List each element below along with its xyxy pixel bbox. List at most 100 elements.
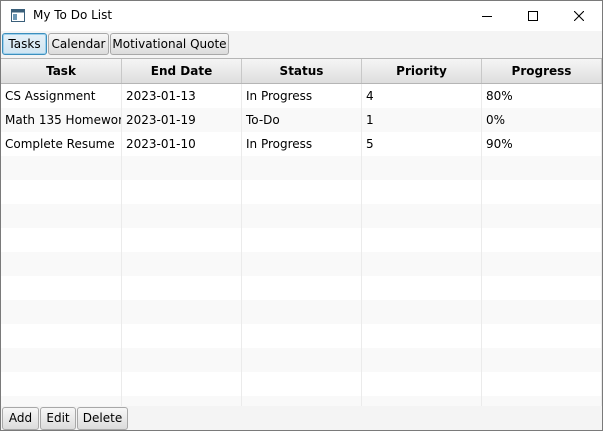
empty-cell <box>122 348 242 372</box>
column-header-status[interactable]: Status <box>242 59 362 83</box>
cell-task: Complete Resume <box>1 132 122 156</box>
empty-cell <box>482 372 602 396</box>
title-bar: My To Do List <box>1 1 602 31</box>
table-row[interactable]: CS Assignment 2023-01-13 In Progress 4 8… <box>1 84 602 108</box>
empty-cell <box>482 348 602 372</box>
add-button[interactable]: Add <box>2 407 39 430</box>
maximize-icon <box>528 11 538 21</box>
empty-cell <box>1 276 122 300</box>
window-title: My To Do List <box>33 8 113 22</box>
table-header: Task End Date Status Priority Progress <box>1 59 602 84</box>
empty-row <box>1 204 602 228</box>
empty-cell <box>362 348 482 372</box>
table-row[interactable]: Complete Resume 2023-01-10 In Progress 5… <box>1 132 602 156</box>
minimize-button[interactable] <box>464 1 510 31</box>
empty-cell <box>362 204 482 228</box>
empty-cell <box>362 228 482 252</box>
empty-cell <box>362 276 482 300</box>
empty-cell <box>362 324 482 348</box>
cell-end-date: 2023-01-10 <box>122 132 242 156</box>
empty-cell <box>1 204 122 228</box>
empty-cell <box>482 228 602 252</box>
empty-cell <box>122 276 242 300</box>
minimize-icon <box>482 11 492 21</box>
empty-cell <box>122 180 242 204</box>
task-table[interactable]: Task End Date Status Priority Progress C… <box>1 58 602 407</box>
empty-row <box>1 228 602 252</box>
empty-cell <box>242 204 362 228</box>
empty-row <box>1 180 602 204</box>
empty-cell <box>242 252 362 276</box>
cell-task: Math 135 Homework <box>1 108 122 132</box>
empty-row <box>1 348 602 372</box>
empty-cell <box>482 204 602 228</box>
empty-cell <box>122 204 242 228</box>
cell-end-date: 2023-01-19 <box>122 108 242 132</box>
column-header-end-date[interactable]: End Date <box>122 59 242 83</box>
empty-row <box>1 276 602 300</box>
empty-cell <box>1 180 122 204</box>
empty-row <box>1 252 602 276</box>
empty-cell <box>122 228 242 252</box>
cell-priority: 4 <box>362 84 482 108</box>
empty-row <box>1 300 602 324</box>
empty-cell <box>122 156 242 180</box>
empty-cell <box>482 300 602 324</box>
empty-cell <box>242 300 362 324</box>
table-row[interactable]: Math 135 Homework 2023-01-19 To-Do 1 0% <box>1 108 602 132</box>
tab-motivational-quote[interactable]: Motivational Quote <box>110 33 229 55</box>
empty-cell <box>362 156 482 180</box>
cell-progress: 90% <box>482 132 602 156</box>
cell-priority: 1 <box>362 108 482 132</box>
cell-end-date: 2023-01-13 <box>122 84 242 108</box>
tab-tasks[interactable]: Tasks <box>2 33 47 55</box>
table-body: CS Assignment 2023-01-13 In Progress 4 8… <box>1 84 602 407</box>
cell-status: To-Do <box>242 108 362 132</box>
app-window: My To Do List Tasks Calendar Motivationa… <box>0 0 603 431</box>
column-header-priority[interactable]: Priority <box>362 59 482 83</box>
empty-cell <box>242 276 362 300</box>
cell-status: In Progress <box>242 84 362 108</box>
empty-cell <box>1 300 122 324</box>
app-window-icon <box>11 9 25 22</box>
empty-cell <box>1 348 122 372</box>
column-header-task[interactable]: Task <box>1 59 122 83</box>
column-header-progress[interactable]: Progress <box>482 59 602 83</box>
empty-cell <box>1 372 122 396</box>
tab-calendar[interactable]: Calendar <box>48 33 109 55</box>
empty-cell <box>482 324 602 348</box>
empty-cell <box>482 156 602 180</box>
empty-cell <box>482 180 602 204</box>
empty-cell <box>1 228 122 252</box>
empty-cell <box>122 300 242 324</box>
action-bar: Add Edit Delete <box>1 406 602 430</box>
empty-cell <box>242 348 362 372</box>
cell-status: In Progress <box>242 132 362 156</box>
cell-progress: 0% <box>482 108 602 132</box>
empty-cell <box>122 372 242 396</box>
tab-bar: Tasks Calendar Motivational Quote <box>1 31 602 57</box>
cell-priority: 5 <box>362 132 482 156</box>
close-button[interactable] <box>556 1 602 31</box>
close-icon <box>574 11 584 21</box>
empty-row <box>1 372 602 396</box>
empty-cell <box>122 324 242 348</box>
empty-cell <box>362 252 482 276</box>
empty-cell <box>1 252 122 276</box>
edit-button[interactable]: Edit <box>40 407 76 430</box>
empty-cell <box>362 180 482 204</box>
empty-cell <box>122 252 242 276</box>
cell-progress: 80% <box>482 84 602 108</box>
empty-cell <box>242 372 362 396</box>
empty-cell <box>242 324 362 348</box>
delete-button[interactable]: Delete <box>77 407 128 430</box>
empty-cell <box>1 324 122 348</box>
empty-cell <box>242 180 362 204</box>
empty-cell <box>1 156 122 180</box>
maximize-button[interactable] <box>510 1 556 31</box>
empty-row <box>1 324 602 348</box>
empty-row <box>1 156 602 180</box>
empty-cell <box>482 276 602 300</box>
empty-cell <box>362 300 482 324</box>
cell-task: CS Assignment <box>1 84 122 108</box>
